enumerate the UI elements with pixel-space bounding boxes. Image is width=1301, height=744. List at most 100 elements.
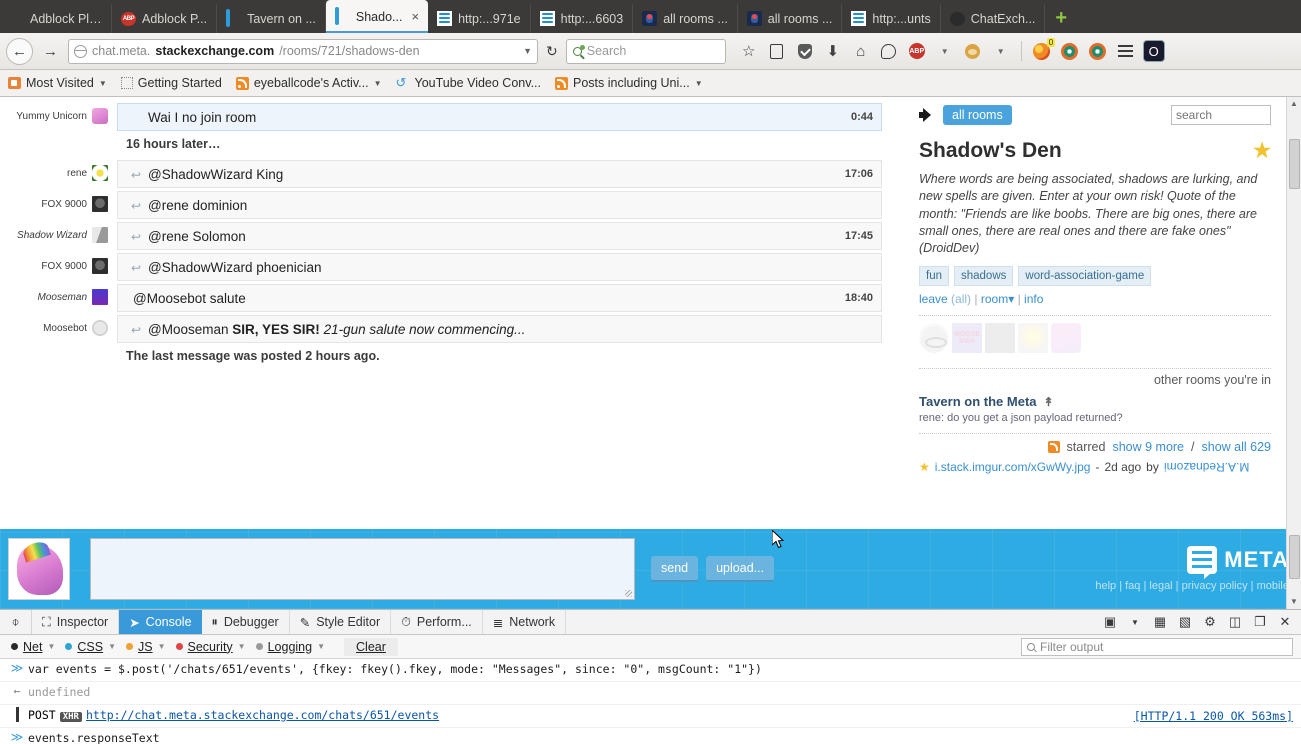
responsive-mode-icon[interactable]: ▣ <box>1099 611 1121 633</box>
filter-net[interactable]: Net ▼ <box>6 638 60 656</box>
opera-icon[interactable] <box>1057 38 1083 64</box>
room-menu-link[interactable]: room <box>981 292 1008 306</box>
console-row-output[interactable]: ← undefined <box>0 682 1301 705</box>
bookmark-star-icon[interactable]: ☆ <box>736 38 762 64</box>
search-bar[interactable]: Search <box>565 38 726 64</box>
console-row-network[interactable]: POST XHR http://chat.meta.stackexchange.co… <box>0 705 1301 728</box>
fox-avatar[interactable] <box>92 196 108 212</box>
message-bubble[interactable]: Wai I no join room 0:44 <box>117 103 882 131</box>
reply-arrow-icon[interactable]: ↩ <box>131 168 141 182</box>
avatar[interactable] <box>8 538 70 600</box>
home-icon[interactable]: ⌂ <box>848 38 874 64</box>
firefox-icon[interactable]: 0 <box>1029 37 1056 64</box>
forward-button[interactable]: → <box>37 38 64 65</box>
message-bubble[interactable]: ↩ @ShadowWizard phoenician <box>117 253 882 281</box>
footer-links[interactable]: help | faq | legal | privacy policy | mo… <box>1095 580 1289 592</box>
starred-author[interactable]: M.A.Rednazomi <box>1164 460 1249 474</box>
chevron-down-icon[interactable]: ▼ <box>988 38 1014 64</box>
user-avatar-fox9000[interactable] <box>985 323 1015 354</box>
tag-fun[interactable]: fun <box>919 266 949 287</box>
monkey-extension-icon[interactable] <box>960 38 986 64</box>
favorite-star-icon[interactable]: ★ <box>1253 138 1271 163</box>
tab-style-editor[interactable]: ✎ Style Editor <box>290 610 392 634</box>
other-room-entry[interactable]: Tavern on the Meta ↟ <box>919 394 1271 409</box>
message-signature[interactable]: Mooseman <box>0 284 108 305</box>
opera-icon[interactable] <box>1085 38 1111 64</box>
reply-arrow-icon[interactable]: ↩ <box>131 261 141 275</box>
scrollbar-thumb[interactable] <box>1289 139 1300 189</box>
message-username[interactable]: Moosebot <box>43 323 87 334</box>
chevron-down-icon[interactable]: ▾ <box>1008 292 1014 306</box>
star-icon[interactable]: ★ <box>919 460 930 474</box>
message-signature[interactable]: FOX 9000 <box>0 253 108 274</box>
message-username[interactable]: Mooseman <box>38 292 87 303</box>
request-url-link[interactable]: http://chat.meta.stackexchange.com/chats… <box>86 708 439 722</box>
download-icon[interactable]: ⬇ <box>820 38 846 64</box>
console-output[interactable]: ≫ var events = $.post('/chats/651/events… <box>0 659 1301 744</box>
user-avatar-yummy-unicorn[interactable] <box>1051 323 1081 354</box>
move-up-icon[interactable]: ↟ <box>1044 395 1054 409</box>
fox-avatar[interactable] <box>92 258 108 274</box>
reply-arrow-icon[interactable]: ↩ <box>131 199 141 213</box>
console-row-input[interactable]: ≫ var events = $.post('/chats/651/events… <box>0 659 1301 682</box>
browser-tab-4[interactable]: http:...971e <box>428 4 531 33</box>
page-scrollbar[interactable]: ▲ <box>1286 97 1301 529</box>
browser-tab-1[interactable]: ABP Adblock P... <box>112 4 218 33</box>
filter-output-input[interactable]: Filter output <box>1021 637 1293 656</box>
scroll-down-icon[interactable]: ▼ <box>1287 595 1301 609</box>
tag-word-association-game[interactable]: word-association-game <box>1018 266 1152 287</box>
scroll-up-icon[interactable]: ▲ <box>1287 97 1301 111</box>
new-tab-button[interactable]: + <box>1045 4 1077 33</box>
console-row-input[interactable]: ≫ events.responseText <box>0 728 1301 744</box>
message-username[interactable]: FOX 9000 <box>41 199 87 210</box>
message-bubble[interactable]: ↩ @Mooseman SIR, YES SIR! 21-gun salute … <box>117 315 882 343</box>
rss-icon[interactable] <box>1047 441 1060 454</box>
screenshot-icon[interactable]: ▧ <box>1174 611 1196 633</box>
browser-tab-2[interactable]: Tavern on ... <box>217 4 326 33</box>
tab-performance[interactable]: ⏱ Perform... <box>391 610 483 634</box>
filter-css[interactable]: CSS ▼ <box>60 638 121 656</box>
http-status[interactable]: [HTTP/1.1 200 OK 563ms] <box>1122 709 1293 723</box>
robot-avatar[interactable] <box>92 320 108 336</box>
chat-smiley-icon[interactable] <box>876 38 902 64</box>
tab-network[interactable]: ≣ Network <box>483 610 567 634</box>
dock-window-icon[interactable]: ❐ <box>1249 611 1271 633</box>
message-bubble[interactable]: ↩ @rene dominion <box>117 191 882 219</box>
tab-console[interactable]: ➤ Console <box>119 610 202 634</box>
chevron-down-icon[interactable]: ▼ <box>932 38 958 64</box>
user-avatar-moosebot[interactable] <box>919 323 949 354</box>
tab-debugger[interactable]: ⏸ Debugger <box>202 610 290 634</box>
show-all-link[interactable]: show all 629 <box>1202 440 1272 454</box>
chevron-down-icon[interactable]: ▼ <box>1124 611 1146 633</box>
message-username[interactable]: rene <box>67 168 87 179</box>
split-console-icon[interactable]: ▦ <box>1149 611 1171 633</box>
message-signature[interactable]: FOX 9000 <box>0 191 108 212</box>
filter-security[interactable]: Security ▼ <box>171 638 251 656</box>
info-link[interactable]: info <box>1024 292 1043 306</box>
library-icon[interactable] <box>764 38 790 64</box>
chevron-down-icon[interactable]: ▼ <box>47 642 55 651</box>
other-room-title[interactable]: Tavern on the Meta <box>919 394 1037 409</box>
chevron-down-icon[interactable]: ▼ <box>238 642 246 651</box>
chevron-down-icon[interactable]: ▼ <box>317 642 325 651</box>
browser-tab-9[interactable]: ChatExch... <box>941 4 1046 33</box>
message-bubble[interactable]: @Moosebot salute 18:40 <box>117 284 882 312</box>
leave-all-link[interactable]: (all) <box>951 292 971 306</box>
reload-button[interactable]: ↻ <box>542 43 562 60</box>
upload-button[interactable]: upload... <box>706 556 775 582</box>
chevron-down-icon[interactable]: ▼ <box>158 642 166 651</box>
scrollbar-thumb[interactable] <box>1289 535 1300 579</box>
starred-message-link[interactable]: i.stack.imgur.com/xGwWy.jpg <box>935 460 1091 474</box>
tag-shadows[interactable]: shadows <box>954 266 1014 287</box>
flower-avatar[interactable] <box>92 165 108 181</box>
chevron-down-icon[interactable]: ▼ <box>108 642 116 651</box>
message-signature[interactable]: rene <box>0 160 108 181</box>
browser-tab-6[interactable]: all rooms ... <box>633 4 738 33</box>
sidebar-search-input[interactable] <box>1171 105 1271 125</box>
all-rooms-button[interactable]: all rooms <box>943 105 1012 125</box>
adblock-plus-icon[interactable]: ABP <box>904 38 930 64</box>
browser-tab-5[interactable]: http:...6603 <box>531 4 634 33</box>
user-avatar-mooseman[interactable] <box>952 323 982 354</box>
close-icon[interactable]: × <box>411 9 419 24</box>
browser-tab-8[interactable]: http:...unts <box>842 4 941 33</box>
